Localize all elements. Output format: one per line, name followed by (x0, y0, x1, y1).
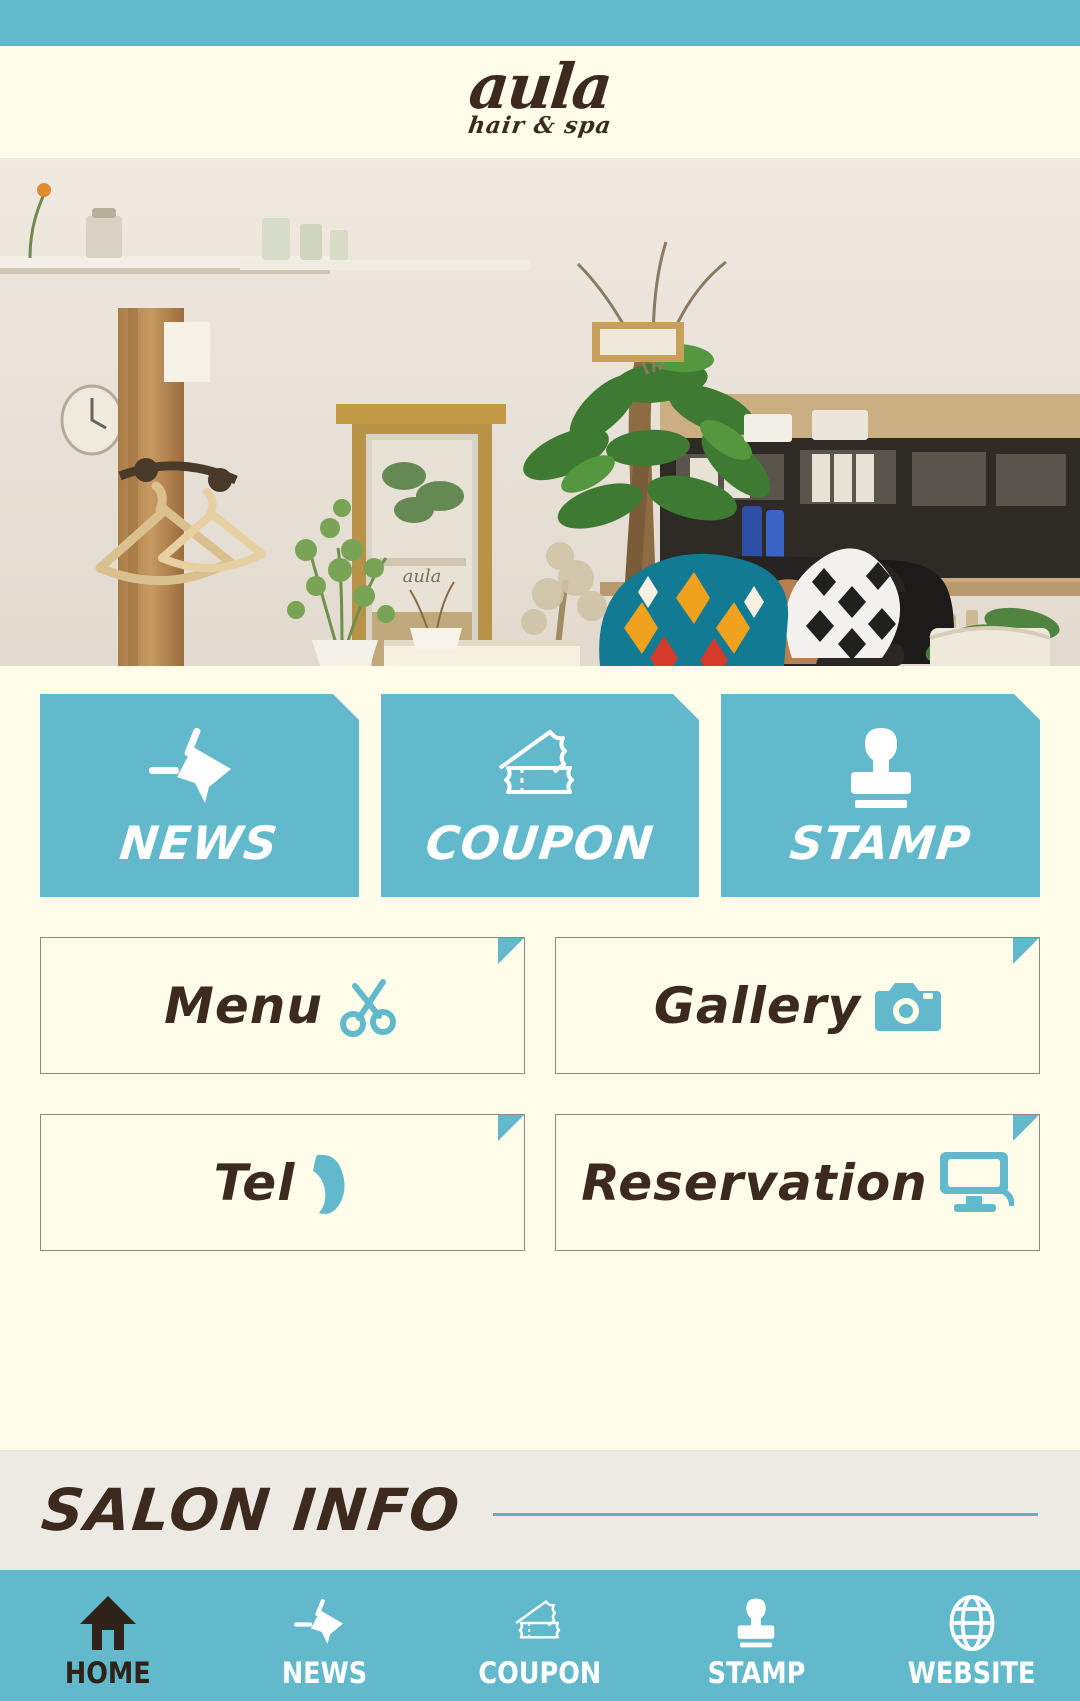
tile-label: STAMP (787, 815, 975, 870)
home-icon (78, 1590, 138, 1652)
folded-corner (498, 1115, 524, 1141)
tile-label: COUPON (423, 815, 657, 870)
tile-coupon[interactable]: COUPON (380, 694, 700, 897)
svg-text:aula: aula (403, 566, 442, 587)
tile-label: NEWS (117, 815, 282, 870)
button-label: Reservation (581, 1153, 928, 1212)
button-reservation[interactable]: Reservation (555, 1114, 1040, 1251)
nav-item-news[interactable]: NEWS (216, 1570, 432, 1701)
top-accent-bar (0, 0, 1080, 46)
hero-illustration: aula (0, 158, 1080, 666)
button-label: Gallery (653, 976, 862, 1035)
button-menu[interactable]: Menu (40, 937, 525, 1074)
salon-info-divider (492, 1512, 1038, 1516)
globe-icon (944, 1590, 1000, 1652)
monitor-icon (938, 1150, 1014, 1216)
stamp-icon (835, 722, 927, 814)
nav-item-label: HOME (65, 1655, 151, 1690)
salon-info-title: SALON INFO (38, 1476, 465, 1544)
secondary-button-row-1: Menu Gallery (40, 937, 1040, 1074)
app-screen: aula hair & spa aula NEWS COUPON STAMP M… (0, 0, 1080, 1701)
folded-corner (332, 694, 359, 720)
app-header: aula hair & spa (0, 46, 1080, 158)
nav-item-label: STAMP (707, 1655, 805, 1690)
brand-logo[interactable]: aula hair & spa (390, 50, 690, 150)
scissors-icon (333, 972, 401, 1040)
ticket-icon (509, 1590, 571, 1652)
nav-item-label: COUPON (478, 1655, 602, 1690)
folded-corner (1013, 1115, 1039, 1141)
button-gallery[interactable]: Gallery (555, 937, 1040, 1074)
phone-icon (305, 1151, 351, 1215)
nav-item-label: NEWS (281, 1655, 367, 1690)
stamp-icon (728, 1590, 784, 1652)
folded-corner (498, 938, 524, 964)
ticket-icon (488, 722, 592, 814)
primary-tile-row: NEWS COUPON STAMP (40, 694, 1041, 897)
tile-stamp[interactable]: STAMP (721, 694, 1041, 897)
brand-logo-tagline: hair & spa (466, 112, 614, 139)
megaphone-icon (147, 722, 251, 814)
secondary-button-row-2: Tel Reservation (40, 1114, 1040, 1251)
camera-icon (871, 977, 942, 1035)
tile-news[interactable]: NEWS (40, 694, 359, 897)
bottom-navigation: HOME NEWS COUPON STAMP WEBSITE (0, 1570, 1080, 1701)
folded-corner (1013, 938, 1039, 964)
nav-item-coupon[interactable]: COUPON (432, 1570, 648, 1701)
nav-item-label: WEBSITE (908, 1655, 1036, 1690)
button-tel[interactable]: Tel (40, 1114, 525, 1251)
button-label: Menu (164, 976, 323, 1035)
nav-item-stamp[interactable]: STAMP (648, 1570, 864, 1701)
hero-image: aula (0, 158, 1080, 666)
nav-item-website[interactable]: WEBSITE (864, 1570, 1080, 1701)
nav-item-home[interactable]: HOME (0, 1570, 216, 1701)
folded-corner (1014, 694, 1041, 720)
folded-corner (673, 694, 700, 720)
button-label: Tel (213, 1153, 296, 1212)
salon-info-section: SALON INFO (0, 1450, 1080, 1570)
megaphone-icon (293, 1590, 355, 1652)
main-content: NEWS COUPON STAMP Menu Gallery Tel Reser… (0, 666, 1080, 1251)
